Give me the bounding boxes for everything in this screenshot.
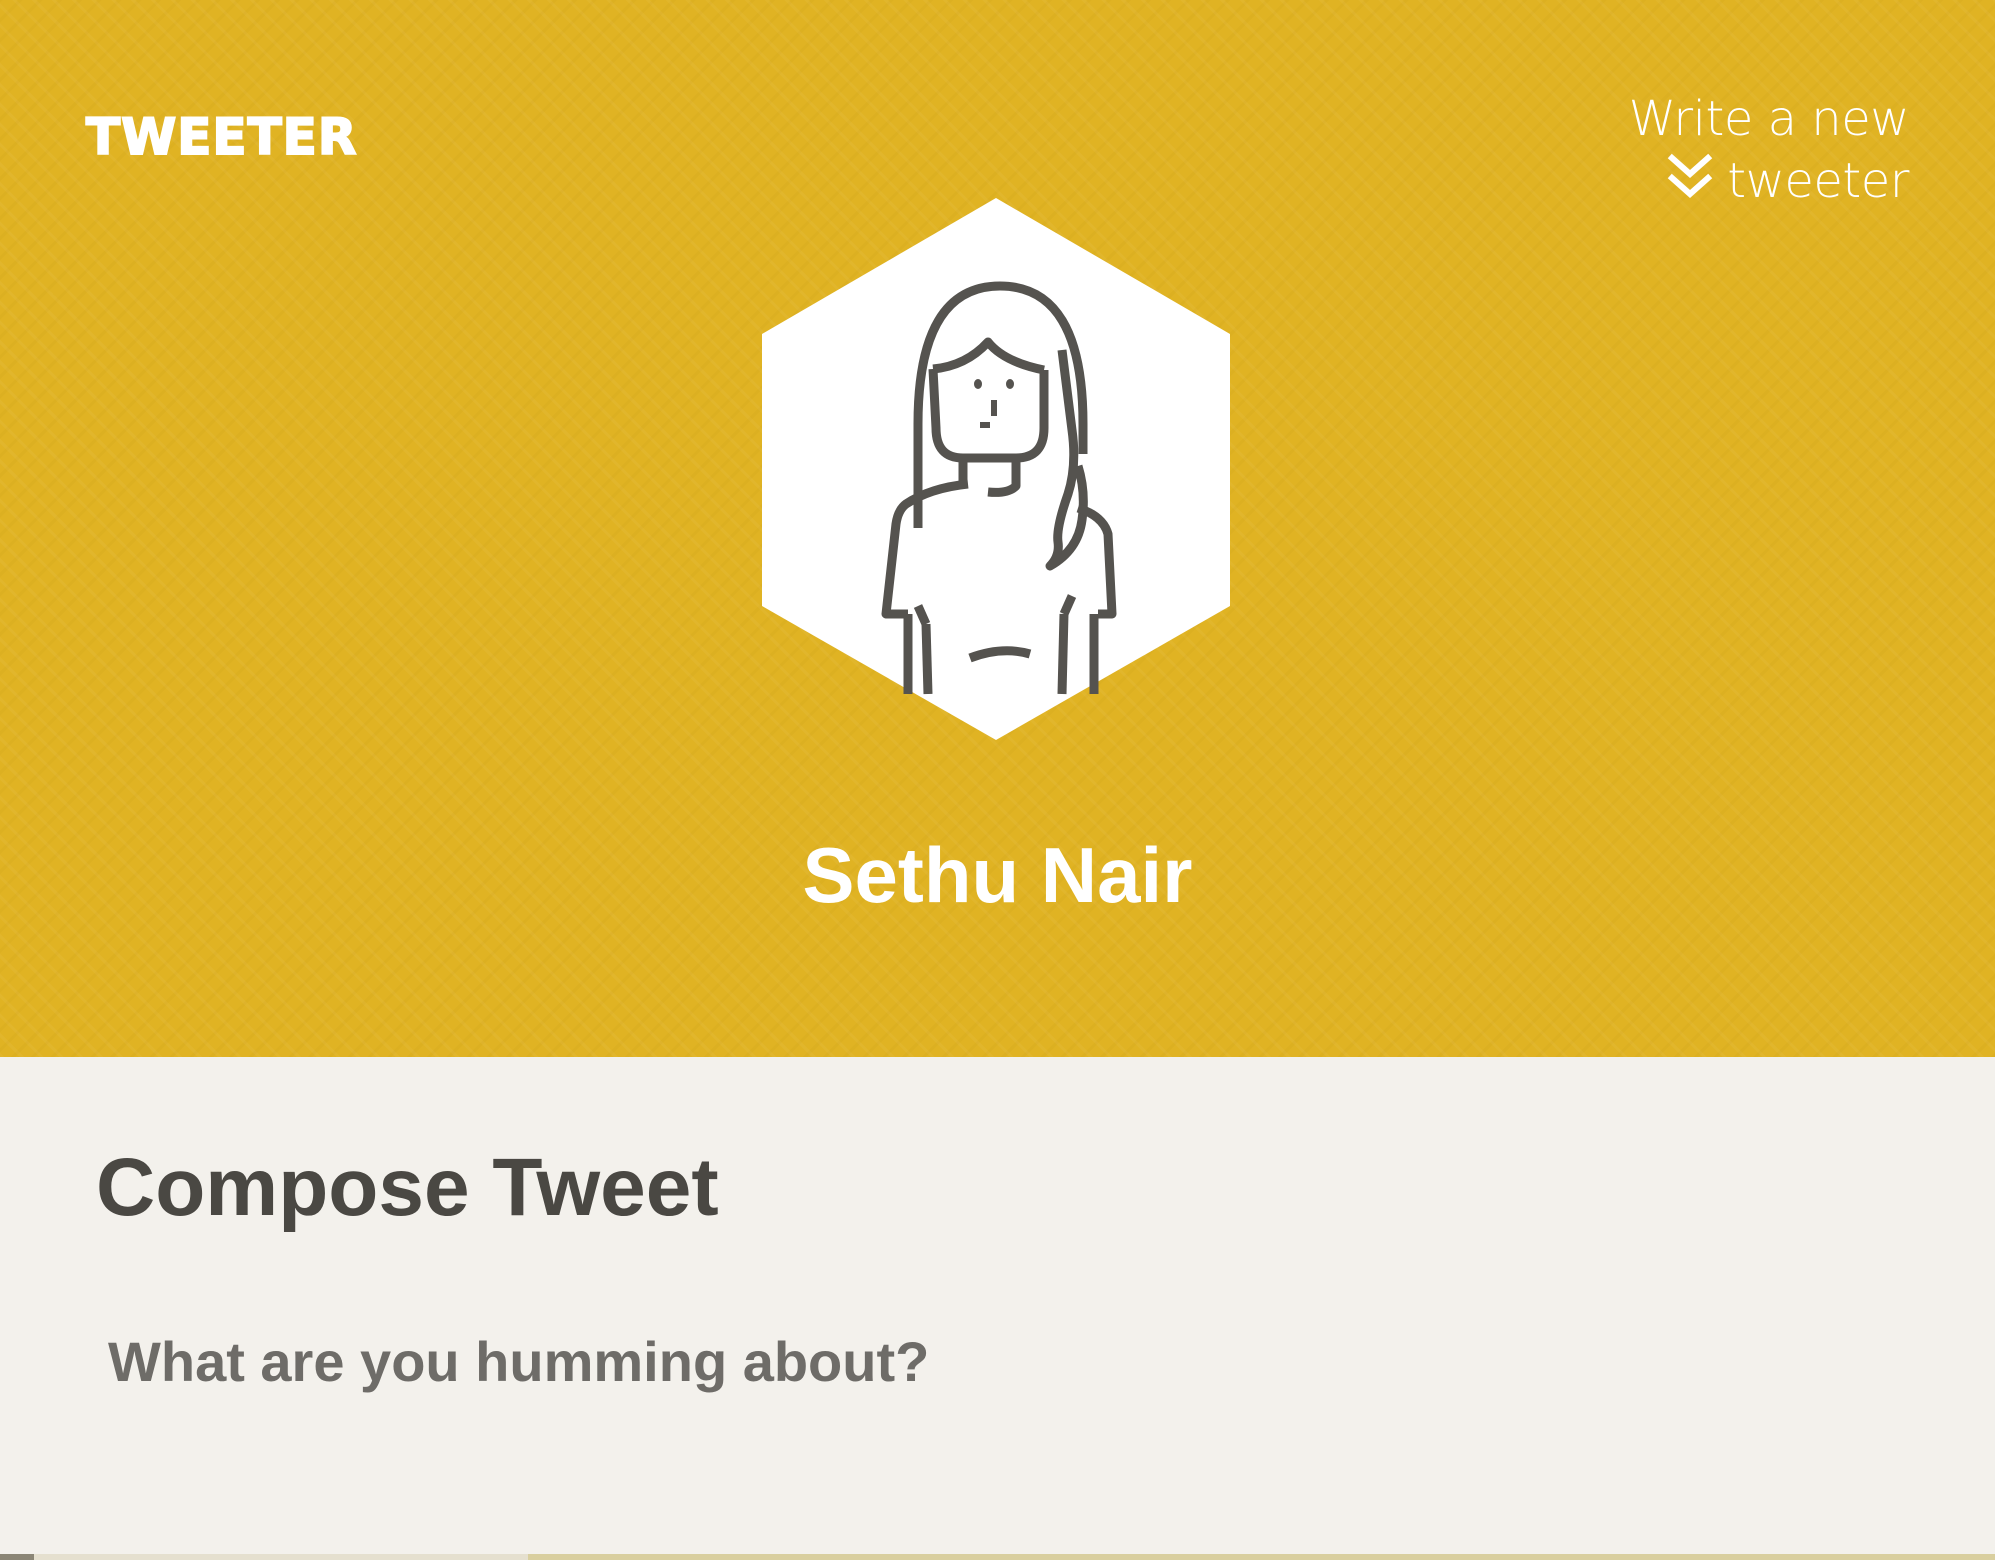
- user-name: Sethu Nair: [802, 831, 1193, 919]
- user-avatar[interactable]: [758, 194, 1234, 742]
- profile-header: TWEETER Write a new tweeter Sethu Nair: [0, 0, 1995, 1057]
- avatar-hexagon: [762, 198, 1230, 740]
- double-chevron-down-icon[interactable]: [1666, 152, 1714, 204]
- compose-tweet-input[interactable]: [96, 1306, 1908, 1416]
- bottom-divider: [0, 1554, 1995, 1560]
- divider-segment: [0, 1554, 34, 1560]
- brand-logo[interactable]: TWEETER: [85, 111, 357, 163]
- compose-title: Compose Tweet: [96, 1142, 719, 1233]
- divider-segment: [34, 1554, 528, 1560]
